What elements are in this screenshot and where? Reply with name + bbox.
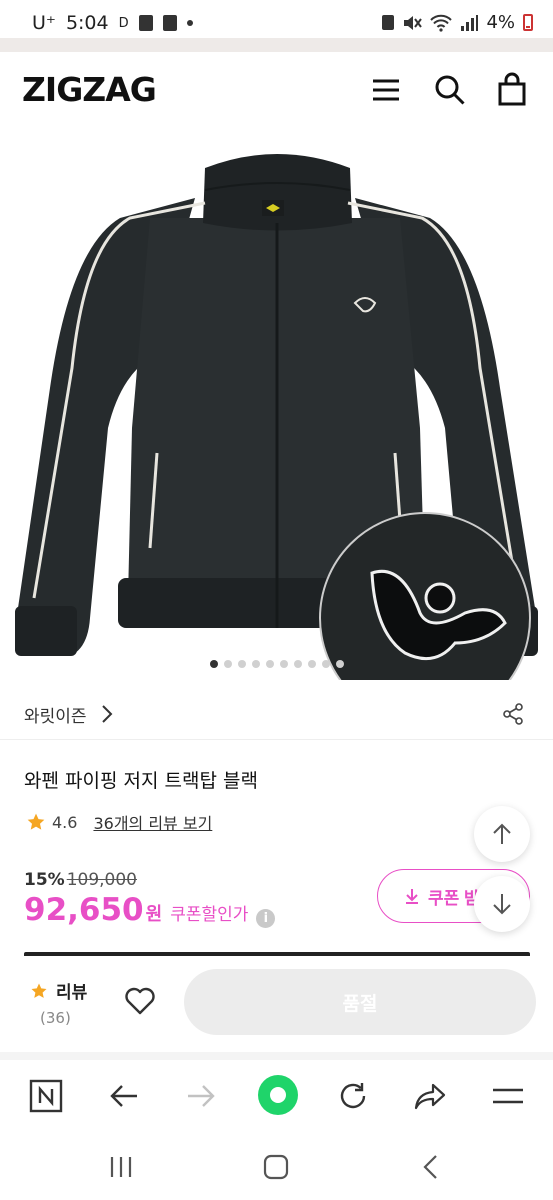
carousel-dot[interactable]: [307, 660, 316, 668]
chevron-right-icon: [102, 705, 113, 723]
naver-home-button[interactable]: [26, 1076, 66, 1116]
carousel-dot[interactable]: [223, 660, 232, 668]
wifi-icon: [430, 14, 453, 32]
carousel-dot[interactable]: [335, 660, 344, 668]
carousel-dot[interactable]: [321, 660, 330, 668]
search-icon[interactable]: [432, 72, 468, 108]
coupon-price-label: 쿠폰할인가: [170, 905, 249, 925]
lock-icon: [382, 15, 395, 30]
review-summary[interactable]: 리뷰 (36): [30, 978, 87, 1027]
star-icon: [27, 813, 45, 830]
review-count: (36): [40, 1009, 71, 1027]
coupon-button-label: 쿠폰 받: [428, 888, 480, 908]
mute-icon: [404, 15, 423, 30]
carousel-dot[interactable]: [251, 660, 260, 668]
brand-row[interactable]: 와릿이즌: [0, 690, 553, 740]
carousel-dot[interactable]: [265, 660, 274, 668]
brand-name[interactable]: 와릿이즌: [24, 702, 87, 727]
system-back-button[interactable]: [416, 1152, 446, 1182]
jacket-image: [15, 154, 538, 680]
heart-icon[interactable]: [124, 986, 156, 1016]
share-page-button[interactable]: [410, 1076, 450, 1116]
naver-n-icon: [29, 1079, 63, 1113]
browser-top-strip: [0, 38, 553, 52]
recent-apps-icon: [110, 1157, 132, 1177]
share-icon[interactable]: [501, 702, 525, 726]
refresh-button[interactable]: [333, 1076, 373, 1116]
arrow-left-icon: [110, 1085, 137, 1107]
battery-percent: 4%: [486, 12, 515, 33]
recent-apps-button[interactable]: [106, 1152, 136, 1182]
status-indicator: D: [118, 15, 129, 31]
currency-label: 원: [145, 904, 163, 925]
rating-row: 4.6 36개의 리뷰 보기: [26, 810, 212, 834]
app-header: ZIGZAG: [0, 52, 553, 128]
review-label: 리뷰: [56, 983, 88, 1003]
original-price: 109,000: [66, 870, 138, 890]
arrow-up-icon: [493, 823, 511, 844]
green-circle-icon: [258, 1075, 298, 1115]
product-image-carousel[interactable]: [0, 128, 553, 680]
carousel-dot[interactable]: [237, 660, 246, 668]
section-gap: [0, 1052, 553, 1060]
menu-icon: [493, 1088, 523, 1104]
clock: 5:04: [65, 12, 109, 34]
chevron-left-icon: [423, 1155, 437, 1179]
menu-icon[interactable]: [368, 72, 404, 108]
battery-icon: [523, 14, 533, 31]
share-arrow-icon: [414, 1083, 446, 1110]
rating-value: 4.6: [52, 812, 78, 832]
shopping-bag-icon[interactable]: [494, 72, 530, 108]
carousel-pager: [0, 660, 553, 668]
scroll-down-button[interactable]: [474, 876, 530, 932]
final-price: 92,650: [24, 892, 144, 928]
refresh-icon: [340, 1083, 366, 1109]
carousel-dot[interactable]: [293, 660, 302, 668]
arrow-right-icon: [188, 1085, 215, 1107]
review-link[interactable]: 36개의 리뷰 보기: [93, 810, 212, 834]
discount-rate: 15%: [24, 870, 65, 890]
gallery-icon: [162, 15, 177, 31]
more-notifications-icon: [186, 20, 193, 26]
browser-menu-button[interactable]: [488, 1076, 528, 1116]
forward-button[interactable]: [181, 1076, 221, 1116]
product-title: 와펜 파이핑 저지 트랙탑 블랙: [24, 770, 258, 792]
info-icon[interactable]: i: [256, 909, 276, 928]
home-icon: [263, 1154, 289, 1180]
signal-icon: [461, 14, 479, 31]
browser-home-button[interactable]: [256, 1073, 300, 1117]
home-button[interactable]: [261, 1152, 291, 1182]
arrow-down-icon: [493, 894, 511, 915]
soldout-button: 품절: [184, 969, 536, 1035]
carrier-label: U⁺: [32, 12, 56, 34]
purchase-action-bar: 리뷰 (36) 품절: [0, 956, 553, 1052]
scroll-up-button[interactable]: [474, 806, 530, 862]
zigzag-logo[interactable]: ZIGZAG: [22, 70, 157, 109]
browser-toolbar: [0, 1060, 553, 1132]
alert-icon: [138, 15, 153, 31]
carousel-dot[interactable]: [279, 660, 288, 668]
price-block: 15% 109,000 92,650 원 쿠폰할인가 i: [24, 870, 276, 928]
download-icon: [406, 889, 418, 904]
system-navigation-bar: [0, 1132, 553, 1200]
back-button[interactable]: [104, 1076, 144, 1116]
carousel-dot[interactable]: [209, 660, 218, 668]
star-icon: [31, 983, 47, 998]
